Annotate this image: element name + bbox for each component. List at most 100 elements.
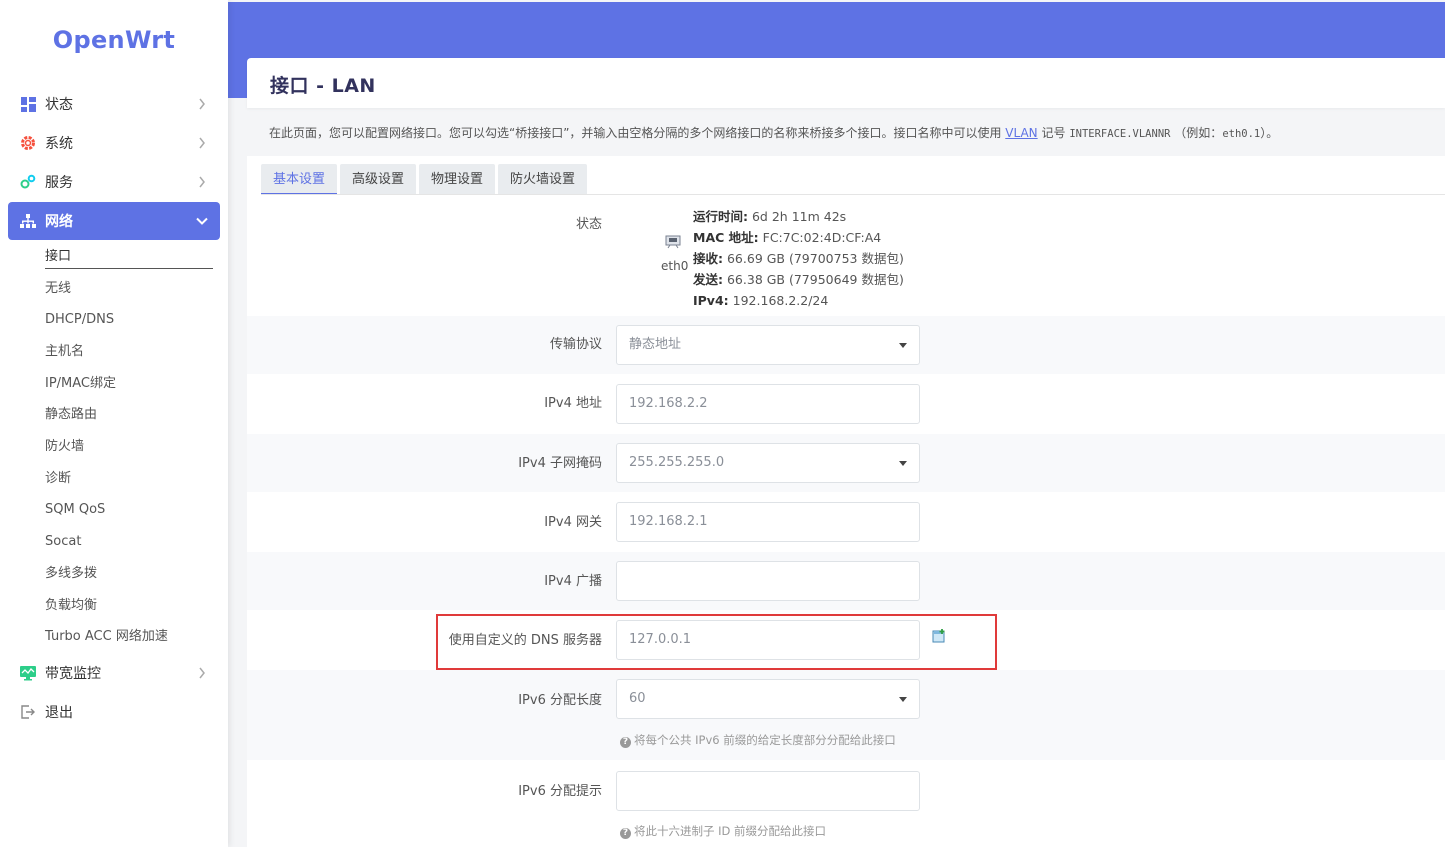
chevron-right-icon <box>194 665 210 681</box>
submenu-ip-mac-bind[interactable]: IP/MAC绑定 <box>45 372 213 396</box>
ipv4-bcast-label: IPv4 广播 <box>544 574 602 589</box>
tab-basic[interactable]: 基本设置 <box>261 164 338 195</box>
rx-label: 接收: <box>693 251 723 266</box>
menu-label: 系统 <box>45 136 73 152</box>
ip6-assign-hint: ? 将每个公共 IPv6 前缀的给定长度部分分配给此接口 <box>620 732 896 748</box>
menu-label: 状态 <box>45 97 73 113</box>
submenu-dhcp-dns[interactable]: DHCP/DNS <box>45 308 213 332</box>
submenu-hostnames[interactable]: 主机名 <box>45 340 213 364</box>
question-icon: ? <box>620 737 631 748</box>
question-icon: ? <box>620 828 631 839</box>
submenu-socat[interactable]: Socat <box>45 530 213 554</box>
submenu-diagnostics[interactable]: 诊断 <box>45 467 213 491</box>
menu-bandwidth[interactable]: 带宽监控 <box>8 654 220 692</box>
chevron-right-icon <box>194 135 210 151</box>
ipv4-addr-value: 192.168.2.2 <box>629 396 708 411</box>
tx-value: 66.38 GB (77950649 数据包) <box>726 272 904 287</box>
mac-label: MAC 地址: <box>693 230 759 245</box>
page-title: 接口 - LAN <box>270 75 376 97</box>
ipv4-addr-label: IPv4 地址 <box>544 396 602 411</box>
uptime-label: 运行时间: <box>693 209 748 224</box>
chevron-right-icon <box>194 174 210 190</box>
hint-text: 将每个公共 IPv6 前缀的给定长度部分分配给此接口 <box>634 733 896 747</box>
caret-down-icon <box>899 697 907 702</box>
menu-network[interactable]: 网络 <box>8 202 220 240</box>
ipv4-gw-value: 192.168.2.1 <box>629 514 708 529</box>
caret-down-icon <box>899 343 907 348</box>
rx-value: 66.69 GB (79700753 数据包) <box>726 251 904 266</box>
ip6-hint-label: IPv6 分配提示 <box>518 784 602 799</box>
page-header: 接口 - LAN <box>247 58 1445 108</box>
desc-text: （例如： <box>1174 126 1223 140</box>
mac-line: MAC 地址: FC:7C:02:4D:CF:A4 <box>693 227 904 248</box>
ip6-hint-input[interactable] <box>616 771 920 811</box>
ipv4-gw-label: IPv4 网关 <box>544 515 602 530</box>
menu-system[interactable]: 系统 <box>8 124 220 162</box>
desc-text: ）。 <box>1260 126 1279 140</box>
ip6-hint-hint: ? 将此十六进制子 ID 前缀分配给此接口 <box>620 823 826 839</box>
submenu-static-routes[interactable]: 静态路由 <box>45 403 213 427</box>
caret-down-icon <box>899 461 907 466</box>
uptime-value: 6d 2h 11m 42s <box>751 209 847 224</box>
uptime-line: 运行时间: 6d 2h 11m 42s <box>693 206 904 227</box>
desc-text: 记号 <box>1041 126 1066 140</box>
menu-label: 退出 <box>45 705 73 721</box>
rx-line: 接收: 66.69 GB (79700753 数据包) <box>693 248 904 269</box>
menu-label: 带宽监控 <box>45 666 101 682</box>
submenu-interfaces[interactable]: 接口 <box>45 245 213 269</box>
ip6-assign-label: IPv6 分配长度 <box>518 693 602 708</box>
ipv4-addr-input[interactable]: 192.168.2.2 <box>616 384 920 424</box>
submenu-turbo-acc[interactable]: Turbo ACC 网络加速 <box>45 625 213 649</box>
ip6-assign-value: 60 <box>629 691 646 706</box>
desc-example-code: eth0.1 <box>1222 128 1261 140</box>
ipv4-value: 192.168.2.2/24 <box>732 293 829 308</box>
interface-name: eth0 <box>661 259 689 273</box>
tab-advanced[interactable]: 高级设置 <box>340 164 417 195</box>
menu-services[interactable]: 服务 <box>8 163 220 201</box>
submenu-sqm-qos[interactable]: SQM QoS <box>45 498 213 522</box>
submenu-firewall[interactable]: 防火墙 <box>45 435 213 459</box>
cogs-icon <box>19 173 37 191</box>
ipv4-mask-label: IPv4 子网掩码 <box>518 456 602 471</box>
submenu-multiwan[interactable]: 多线多拨 <box>45 562 213 586</box>
menu-label: 服务 <box>45 175 73 191</box>
ipv4-label: IPv4: <box>693 293 729 308</box>
tx-line: 发送: 66.38 GB (77950649 数据包) <box>693 269 904 290</box>
ipv4-mask-select[interactable]: 255.255.255.0 <box>616 443 920 483</box>
ipv4-line: IPv4: 192.168.2.2/24 <box>693 290 904 311</box>
ipv4-gw-input[interactable]: 192.168.2.1 <box>616 502 920 542</box>
page-description: 在此页面，您可以配置网络接口。您可以勾选“桥接接口”，并输入由空格分隔的多个网络… <box>269 124 1278 141</box>
submenu-wireless[interactable]: 无线 <box>45 277 213 301</box>
logout-icon <box>19 703 37 721</box>
desc-text: 在此页面，您可以配置网络接口。您可以勾选“桥接接口”，并输入由空格分隔的多个网络… <box>269 126 1002 140</box>
protocol-select[interactable]: 静态地址 <box>616 325 920 365</box>
logo[interactable]: OpenWrt <box>0 26 228 54</box>
network-icon <box>19 212 37 230</box>
hint-text: 将此十六进制子 ID 前缀分配给此接口 <box>634 824 827 838</box>
status-label: 状态 <box>575 217 602 232</box>
vlan-link[interactable]: VLAN <box>1005 126 1037 140</box>
sidebar: OpenWrt 状态 系统 服务 网络 接口 无线 DHCP/DNS 主机名 I… <box>0 0 228 847</box>
tab-firewall[interactable]: 防火墙设置 <box>498 164 588 195</box>
protocol-value: 静态地址 <box>629 337 682 352</box>
tab-bar: 基本设置 高级设置 物理设置 防火墙设置 <box>261 164 588 196</box>
submenu-load-balance[interactable]: 负载均衡 <box>45 594 213 618</box>
tx-label: 发送: <box>693 272 723 287</box>
tabs-divider <box>261 194 1445 195</box>
monitor-icon <box>19 664 37 682</box>
desc-code: INTERFACE.VLANNR <box>1069 128 1171 140</box>
ipv4-bcast-input[interactable] <box>616 561 920 601</box>
dns-highlight-box <box>436 614 997 670</box>
menu-logout[interactable]: 退出 <box>8 693 220 731</box>
dashboard-icon <box>19 95 37 113</box>
gear-icon <box>19 134 37 152</box>
protocol-label: 传输协议 <box>549 337 602 352</box>
menu-status[interactable]: 状态 <box>8 85 220 123</box>
ethernet-port-icon <box>665 233 681 249</box>
menu-label: 网络 <box>45 214 73 230</box>
ip6-assign-select[interactable]: 60 <box>616 679 920 719</box>
chevron-down-icon <box>194 213 210 229</box>
tab-physical[interactable]: 物理设置 <box>419 164 496 195</box>
ipv4-mask-value: 255.255.255.0 <box>629 455 725 470</box>
status-details: 运行时间: 6d 2h 11m 42s MAC 地址: FC:7C:02:4D:… <box>693 206 904 311</box>
